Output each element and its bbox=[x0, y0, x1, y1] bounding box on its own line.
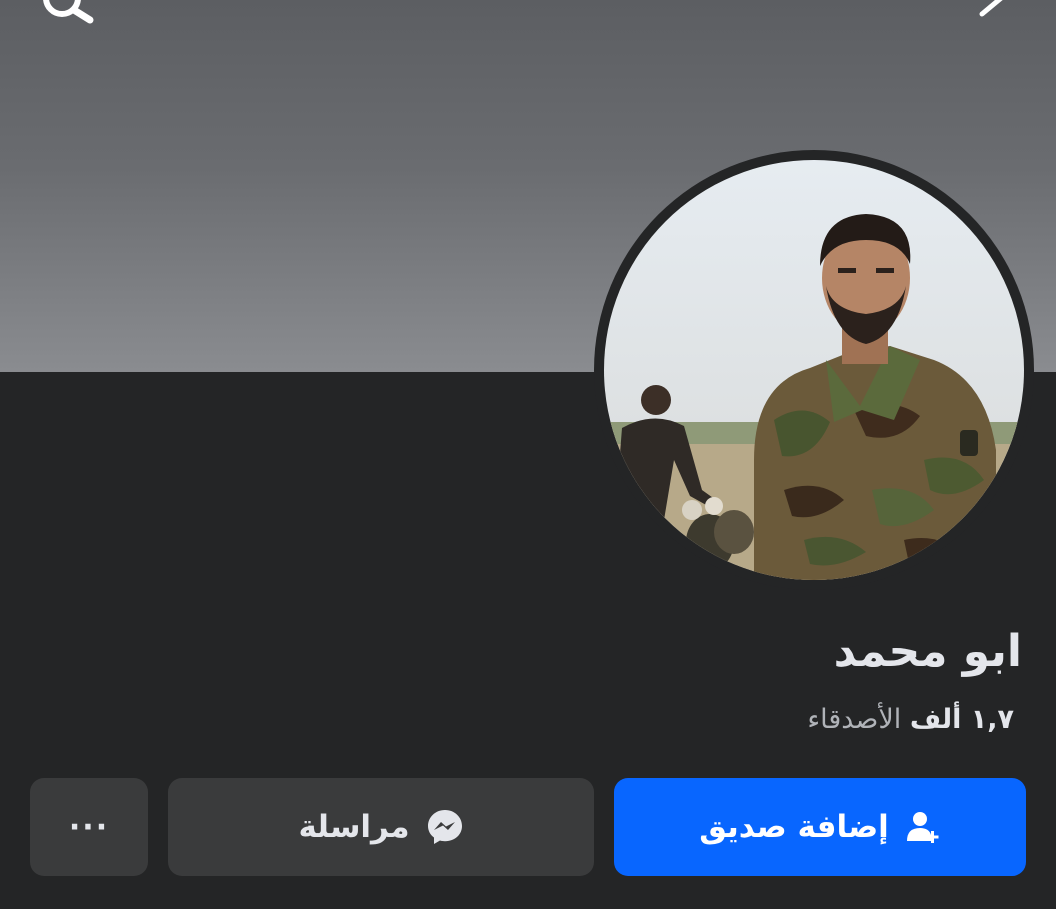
more-options-button[interactable]: ··· bbox=[30, 778, 148, 876]
add-friend-icon bbox=[905, 809, 941, 845]
message-label: مراسلة bbox=[298, 809, 410, 845]
profile-picture-frame[interactable] bbox=[594, 150, 1034, 590]
profile-picture[interactable] bbox=[604, 160, 1024, 580]
friends-count-line[interactable]: ١,٧ ألف الأصدقاء bbox=[807, 704, 1014, 735]
profile-page: ابو محمد ١,٧ ألف الأصدقاء إضافة صديق مرا… bbox=[0, 0, 1056, 909]
chevron-icon[interactable] bbox=[976, 0, 1016, 22]
friends-label: الأصدقاء bbox=[807, 704, 902, 735]
friends-count: ١,٧ ألف bbox=[909, 704, 1014, 735]
profile-name: ابو محمد bbox=[833, 626, 1022, 677]
more-icon: ··· bbox=[68, 809, 110, 845]
add-friend-label: إضافة صديق bbox=[699, 809, 889, 845]
messenger-icon bbox=[426, 808, 464, 846]
add-friend-button[interactable]: إضافة صديق bbox=[614, 778, 1026, 876]
message-button[interactable]: مراسلة bbox=[168, 778, 594, 876]
search-icon[interactable] bbox=[36, 0, 100, 36]
